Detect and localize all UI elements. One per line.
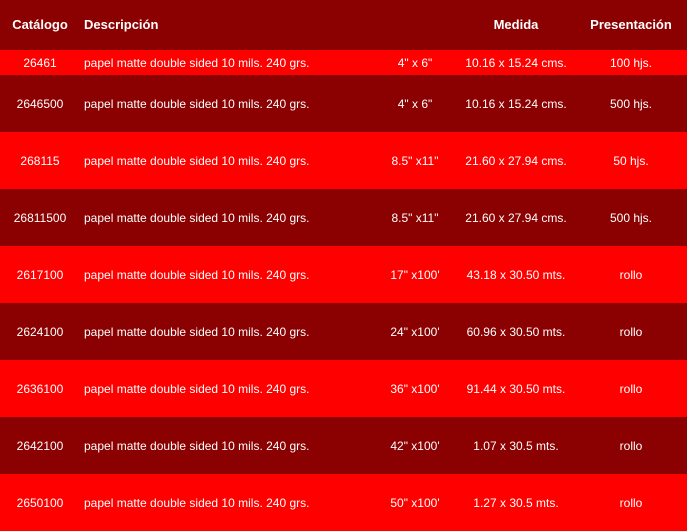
product-table: Catálogo Descripción Medida Presentación… — [0, 0, 687, 531]
cell-size: 8.5" x11" — [391, 153, 439, 168]
header-medida: Medida — [493, 17, 539, 32]
header-presentacion: Presentación — [590, 17, 672, 32]
cell-size: 24" x100' — [390, 324, 440, 339]
table-row: 2636100 papel matte double sided 10 mils… — [0, 360, 687, 417]
header-size — [373, 0, 457, 50]
table-body: 26461 papel matte double sided 10 mils. … — [0, 50, 687, 531]
cell-presentacion: rollo — [619, 381, 643, 396]
table-row: 26811500 papel matte double sided 10 mil… — [0, 189, 687, 246]
cell-catalogo: 2617100 — [16, 267, 64, 282]
cell-presentacion: 500 hjs. — [609, 96, 653, 111]
cell-medida: 1.27 x 30.5 mts. — [473, 495, 559, 510]
cell-descripcion: papel matte double sided 10 mils. 240 gr… — [84, 267, 310, 282]
table-row: 2642100 papel matte double sided 10 mils… — [0, 417, 687, 474]
cell-size: 17" x100' — [390, 267, 440, 282]
cell-descripcion: papel matte double sided 10 mils. 240 gr… — [84, 438, 310, 453]
table-row: 2624100 papel matte double sided 10 mils… — [0, 303, 687, 360]
cell-medida: 21.60 x 27.94 cms. — [465, 210, 567, 225]
table-row: 2646500 papel matte double sided 10 mils… — [0, 75, 687, 132]
cell-presentacion: rollo — [619, 438, 643, 453]
cell-catalogo: 2642100 — [16, 438, 64, 453]
cell-presentacion: 100 hjs. — [609, 55, 653, 70]
cell-medida: 91.44 x 30.50 mts. — [466, 381, 566, 396]
cell-size: 4" x 6" — [397, 96, 433, 111]
cell-medida: 43.18 x 30.50 mts. — [466, 267, 566, 282]
cell-catalogo: 26461 — [23, 55, 57, 70]
cell-medida: 21.60 x 27.94 cms. — [465, 153, 567, 168]
cell-catalogo: 2636100 — [16, 381, 64, 396]
table-row: 2650100 papel matte double sided 10 mils… — [0, 474, 687, 531]
cell-medida: 1.07 x 30.5 mts. — [473, 438, 559, 453]
table-row: 26461 papel matte double sided 10 mils. … — [0, 50, 687, 75]
cell-presentacion: 50 hjs. — [613, 153, 649, 168]
cell-descripcion: papel matte double sided 10 mils. 240 gr… — [84, 210, 310, 225]
header-descripcion: Descripción — [84, 17, 159, 32]
cell-catalogo: 2624100 — [16, 324, 64, 339]
cell-descripcion: papel matte double sided 10 mils. 240 gr… — [84, 55, 310, 70]
cell-medida: 10.16 x 15.24 cms. — [465, 55, 567, 70]
cell-descripcion: papel matte double sided 10 mils. 240 gr… — [84, 96, 310, 111]
table-row: 2617100 papel matte double sided 10 mils… — [0, 246, 687, 303]
cell-medida: 10.16 x 15.24 cms. — [465, 96, 567, 111]
cell-descripcion: papel matte double sided 10 mils. 240 gr… — [84, 381, 310, 396]
cell-size: 36" x100' — [390, 381, 440, 396]
cell-presentacion: rollo — [619, 324, 643, 339]
cell-size: 4" x 6" — [397, 55, 433, 70]
cell-catalogo: 26811500 — [13, 210, 67, 225]
table-header-row: Catálogo Descripción Medida Presentación — [0, 0, 687, 50]
cell-size: 8.5" x11" — [391, 210, 439, 225]
cell-catalogo: 2646500 — [16, 96, 64, 111]
header-catalogo: Catálogo — [12, 17, 68, 32]
cell-presentacion: rollo — [619, 267, 643, 282]
cell-descripcion: papel matte double sided 10 mils. 240 gr… — [84, 324, 310, 339]
cell-medida: 60.96 x 30.50 mts. — [466, 324, 566, 339]
cell-presentacion: 500 hjs. — [609, 210, 653, 225]
cell-presentacion: rollo — [619, 495, 643, 510]
table-row: 268115 papel matte double sided 10 mils.… — [0, 132, 687, 189]
cell-catalogo: 268115 — [20, 153, 60, 168]
cell-size: 50" x100' — [390, 495, 440, 510]
cell-catalogo: 2650100 — [16, 495, 64, 510]
cell-descripcion: papel matte double sided 10 mils. 240 gr… — [84, 153, 310, 168]
cell-descripcion: papel matte double sided 10 mils. 240 gr… — [84, 495, 310, 510]
cell-size: 42" x100' — [390, 438, 440, 453]
